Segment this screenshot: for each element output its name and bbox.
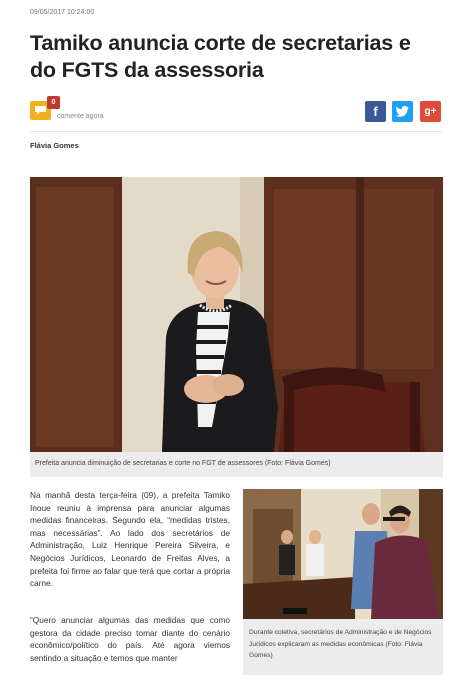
- article-paragraph: “Quero anunciar algumas das medidas que …: [30, 615, 230, 663]
- comment-count-badge: 0: [47, 96, 60, 109]
- facebook-share-button[interactable]: f: [365, 101, 386, 122]
- article-author: Flávia Gomes: [30, 141, 79, 150]
- press-conference-photo: [243, 489, 443, 619]
- twitter-share-button[interactable]: [392, 101, 413, 122]
- header-divider: [30, 131, 442, 132]
- twitter-icon: [396, 106, 409, 117]
- hero-photo: [30, 177, 443, 452]
- comment-now-link[interactable]: comente agora: [57, 113, 104, 120]
- googleplus-icon: g+: [424, 106, 437, 117]
- comment-icon: [35, 106, 46, 115]
- facebook-icon: f: [373, 104, 378, 119]
- press-conference-photo-caption: Durante coletiva, secretários de Adminis…: [243, 619, 443, 675]
- article-timestamp: 09/05/2017 10:24:00: [30, 9, 95, 16]
- article-headline: Tamiko anuncia corte de secretarias e do…: [30, 31, 411, 82]
- article-paragraph: Na manhã desta terça-feira (09), a prefe…: [30, 490, 230, 589]
- hero-photo-caption: Prefeita anuncia diminuição de secretari…: [30, 452, 443, 477]
- googleplus-share-button[interactable]: g+: [420, 101, 441, 122]
